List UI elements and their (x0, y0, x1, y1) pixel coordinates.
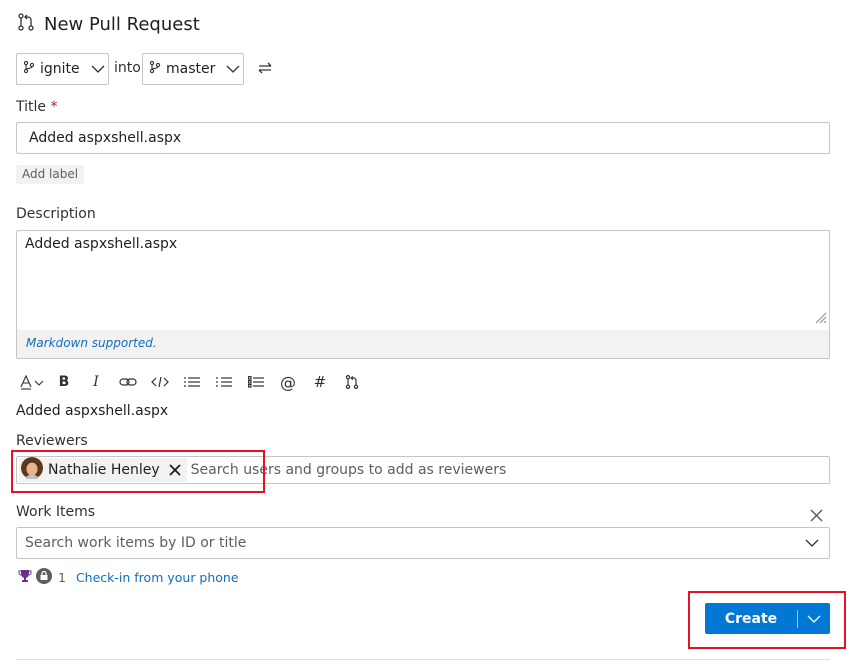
pull-request-icon (16, 12, 36, 36)
resize-grip-icon[interactable] (815, 312, 827, 328)
reviewers-label: Reviewers (16, 433, 88, 449)
source-branch-name: ignite (40, 61, 80, 77)
chevron-down-icon[interactable] (805, 535, 819, 551)
divider (16, 659, 830, 660)
description-textarea[interactable]: Added aspxshell.aspx Markdown supported. (16, 230, 830, 359)
branch-icon (149, 60, 161, 78)
work-items-search[interactable] (16, 527, 830, 559)
target-branch-name: master (166, 61, 216, 77)
source-branch-dropdown[interactable]: ignite (16, 53, 109, 85)
title-field-label: Title * (16, 99, 57, 115)
work-items-search-input[interactable] (25, 535, 725, 551)
checkin-count: 1 (58, 570, 66, 585)
text-format-icon[interactable] (16, 372, 48, 392)
page-header: New Pull Request (16, 12, 200, 36)
required-marker: * (50, 99, 58, 115)
chevron-down-icon (226, 61, 240, 77)
chevron-down-icon (91, 61, 105, 77)
lock-badge-icon (36, 568, 52, 587)
swap-arrows-icon[interactable] (257, 61, 273, 79)
page-title: New Pull Request (44, 13, 200, 35)
mention-icon[interactable]: @ (272, 372, 304, 392)
description-label: Description (16, 206, 96, 222)
description-value: Added aspxshell.aspx (25, 236, 178, 252)
close-icon[interactable] (810, 509, 823, 526)
title-input-value: Added aspxshell.aspx (29, 130, 182, 146)
branch-icon (23, 60, 35, 78)
reviewers-search-input[interactable] (190, 462, 691, 478)
checklist-icon[interactable] (240, 372, 272, 392)
hashtag-icon[interactable]: # (304, 372, 336, 392)
formatting-toolbar: B I @ # (16, 372, 368, 392)
link-icon[interactable] (112, 372, 144, 392)
italic-icon[interactable]: I (80, 372, 112, 392)
work-items-label: Work Items (16, 504, 96, 520)
reviewer-highlight-box (11, 450, 265, 493)
bold-icon[interactable]: B (48, 372, 80, 392)
create-highlight-box (688, 591, 846, 649)
title-input[interactable]: Added aspxshell.aspx (16, 122, 830, 154)
trophy-icon (18, 569, 32, 586)
bulleted-list-icon[interactable] (176, 372, 208, 392)
numbered-list-icon[interactable] (208, 372, 240, 392)
pull-request-link-icon[interactable] (336, 372, 368, 392)
checkin-row: 1 Check-in from your phone (18, 568, 239, 587)
target-branch-dropdown[interactable]: master (142, 53, 244, 85)
add-label-button[interactable]: Add label (16, 165, 85, 184)
markdown-note: Markdown supported. (17, 330, 829, 358)
code-icon[interactable] (144, 372, 176, 392)
into-label: into (114, 60, 141, 76)
description-preview: Added aspxshell.aspx (16, 403, 169, 419)
checkin-link[interactable]: Check-in from your phone (76, 570, 239, 585)
title-label-text: Title (16, 99, 47, 115)
